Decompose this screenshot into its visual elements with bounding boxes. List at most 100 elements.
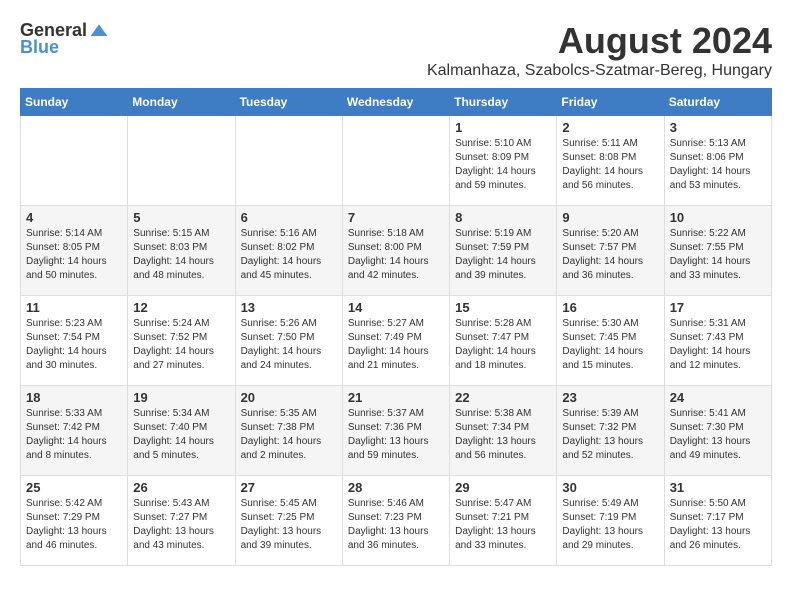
day-info: Sunrise: 5:37 AM Sunset: 7:36 PM Dayligh… [348, 407, 444, 463]
table-row: 31 Sunrise: 5:50 AM Sunset: 7:17 PM Dayli… [664, 476, 771, 566]
table-row: 28 Sunrise: 5:46 AM Sunset: 7:23 PM Dayli… [342, 476, 449, 566]
day-info: Sunrise: 5:30 AM Sunset: 7:45 PM Dayligh… [562, 317, 658, 373]
day-number: 2 [562, 120, 658, 135]
header-sunday: Sunday [21, 89, 128, 116]
day-number: 28 [348, 480, 444, 495]
table-row: 17 Sunrise: 5:31 AM Sunset: 7:43 PM Dayli… [664, 296, 771, 386]
table-row: 5 Sunrise: 5:15 AM Sunset: 8:03 PM Daylig… [128, 206, 235, 296]
table-row: 21 Sunrise: 5:37 AM Sunset: 7:36 PM Dayli… [342, 386, 449, 476]
day-number: 29 [455, 480, 551, 495]
day-info: Sunrise: 5:31 AM Sunset: 7:43 PM Dayligh… [670, 317, 766, 373]
day-number: 26 [133, 480, 229, 495]
table-row: 13 Sunrise: 5:26 AM Sunset: 7:50 PM Dayli… [235, 296, 342, 386]
logo: General Blue [20, 20, 109, 58]
table-row: 10 Sunrise: 5:22 AM Sunset: 7:55 PM Dayli… [664, 206, 771, 296]
day-info: Sunrise: 5:20 AM Sunset: 7:57 PM Dayligh… [562, 227, 658, 283]
day-info: Sunrise: 5:33 AM Sunset: 7:42 PM Dayligh… [26, 407, 122, 463]
day-info: Sunrise: 5:23 AM Sunset: 7:54 PM Dayligh… [26, 317, 122, 373]
day-info: Sunrise: 5:39 AM Sunset: 7:32 PM Dayligh… [562, 407, 658, 463]
day-info: Sunrise: 5:35 AM Sunset: 7:38 PM Dayligh… [241, 407, 337, 463]
header-saturday: Saturday [664, 89, 771, 116]
day-info: Sunrise: 5:11 AM Sunset: 8:08 PM Dayligh… [562, 137, 658, 193]
table-row: 23 Sunrise: 5:39 AM Sunset: 7:32 PM Dayli… [557, 386, 664, 476]
day-info: Sunrise: 5:27 AM Sunset: 7:49 PM Dayligh… [348, 317, 444, 373]
day-info: Sunrise: 5:15 AM Sunset: 8:03 PM Dayligh… [133, 227, 229, 283]
day-number: 15 [455, 300, 551, 315]
month-title: August 2024 [427, 20, 772, 62]
table-row: 7 Sunrise: 5:18 AM Sunset: 8:00 PM Daylig… [342, 206, 449, 296]
table-row: 11 Sunrise: 5:23 AM Sunset: 7:54 PM Dayli… [21, 296, 128, 386]
day-number: 12 [133, 300, 229, 315]
table-row: 9 Sunrise: 5:20 AM Sunset: 7:57 PM Daylig… [557, 206, 664, 296]
table-row: 20 Sunrise: 5:35 AM Sunset: 7:38 PM Dayli… [235, 386, 342, 476]
day-info: Sunrise: 5:18 AM Sunset: 8:00 PM Dayligh… [348, 227, 444, 283]
calendar-table: Sunday Monday Tuesday Wednesday Thursday… [20, 88, 772, 566]
day-number: 27 [241, 480, 337, 495]
day-info: Sunrise: 5:22 AM Sunset: 7:55 PM Dayligh… [670, 227, 766, 283]
day-number: 17 [670, 300, 766, 315]
table-row: 14 Sunrise: 5:27 AM Sunset: 7:49 PM Dayli… [342, 296, 449, 386]
table-row: 22 Sunrise: 5:38 AM Sunset: 7:34 PM Dayli… [450, 386, 557, 476]
day-info: Sunrise: 5:28 AM Sunset: 7:47 PM Dayligh… [455, 317, 551, 373]
table-row: 26 Sunrise: 5:43 AM Sunset: 7:27 PM Dayli… [128, 476, 235, 566]
day-number: 9 [562, 210, 658, 225]
header-monday: Monday [128, 89, 235, 116]
day-number: 10 [670, 210, 766, 225]
day-number: 7 [348, 210, 444, 225]
location-title: Kalmanhaza, Szabolcs-Szatmar-Bereg, Hung… [427, 62, 772, 80]
day-number: 14 [348, 300, 444, 315]
calendar-body: 1Sunrise: 5:10 AM Sunset: 8:09 PM Daylig… [21, 116, 772, 566]
calendar-header: Sunday Monday Tuesday Wednesday Thursday… [21, 89, 772, 116]
day-info: Sunrise: 5:24 AM Sunset: 7:52 PM Dayligh… [133, 317, 229, 373]
header-thursday: Thursday [450, 89, 557, 116]
day-number: 6 [241, 210, 337, 225]
day-number: 22 [455, 390, 551, 405]
day-number: 19 [133, 390, 229, 405]
logo-icon [89, 21, 109, 41]
day-info: Sunrise: 5:41 AM Sunset: 7:30 PM Dayligh… [670, 407, 766, 463]
table-row: 8Sunrise: 5:19 AM Sunset: 7:59 PM Daylig… [450, 206, 557, 296]
table-row [342, 116, 449, 206]
page-header: General Blue August 2024 Kalmanhaza, Sza… [20, 20, 772, 80]
day-number: 1 [455, 120, 551, 135]
header-friday: Friday [557, 89, 664, 116]
table-row: 27Sunrise: 5:45 AM Sunset: 7:25 PM Dayli… [235, 476, 342, 566]
day-number: 24 [670, 390, 766, 405]
table-row: 2 Sunrise: 5:11 AM Sunset: 8:08 PM Daylig… [557, 116, 664, 206]
day-number: 30 [562, 480, 658, 495]
logo-blue-text: Blue [20, 37, 59, 58]
day-info: Sunrise: 5:14 AM Sunset: 8:05 PM Dayligh… [26, 227, 122, 283]
table-row: 6 Sunrise: 5:16 AM Sunset: 8:02 PM Daylig… [235, 206, 342, 296]
day-info: Sunrise: 5:16 AM Sunset: 8:02 PM Dayligh… [241, 227, 337, 283]
day-number: 20 [241, 390, 337, 405]
day-number: 13 [241, 300, 337, 315]
day-info: Sunrise: 5:38 AM Sunset: 7:34 PM Dayligh… [455, 407, 551, 463]
table-row: 25Sunrise: 5:42 AM Sunset: 7:29 PM Dayli… [21, 476, 128, 566]
day-info: Sunrise: 5:46 AM Sunset: 7:23 PM Dayligh… [348, 497, 444, 553]
day-number: 31 [670, 480, 766, 495]
day-number: 3 [670, 120, 766, 135]
day-number: 11 [26, 300, 122, 315]
day-info: Sunrise: 5:50 AM Sunset: 7:17 PM Dayligh… [670, 497, 766, 553]
day-info: Sunrise: 5:26 AM Sunset: 7:50 PM Dayligh… [241, 317, 337, 373]
day-number: 21 [348, 390, 444, 405]
day-number: 5 [133, 210, 229, 225]
day-number: 16 [562, 300, 658, 315]
table-row: 12 Sunrise: 5:24 AM Sunset: 7:52 PM Dayli… [128, 296, 235, 386]
day-number: 18 [26, 390, 122, 405]
table-row [235, 116, 342, 206]
table-row: 30Sunrise: 5:49 AM Sunset: 7:19 PM Dayli… [557, 476, 664, 566]
day-number: 4 [26, 210, 122, 225]
table-row: 16 Sunrise: 5:30 AM Sunset: 7:45 PM Dayli… [557, 296, 664, 386]
header-tuesday: Tuesday [235, 89, 342, 116]
table-row: 19Sunrise: 5:34 AM Sunset: 7:40 PM Dayli… [128, 386, 235, 476]
table-row [128, 116, 235, 206]
day-info: Sunrise: 5:43 AM Sunset: 7:27 PM Dayligh… [133, 497, 229, 553]
day-info: Sunrise: 5:19 AM Sunset: 7:59 PM Dayligh… [455, 227, 551, 283]
day-number: 23 [562, 390, 658, 405]
title-section: August 2024 Kalmanhaza, Szabolcs-Szatmar… [427, 20, 772, 80]
day-number: 25 [26, 480, 122, 495]
day-info: Sunrise: 5:47 AM Sunset: 7:21 PM Dayligh… [455, 497, 551, 553]
table-row [21, 116, 128, 206]
table-row: 1Sunrise: 5:10 AM Sunset: 8:09 PM Daylig… [450, 116, 557, 206]
